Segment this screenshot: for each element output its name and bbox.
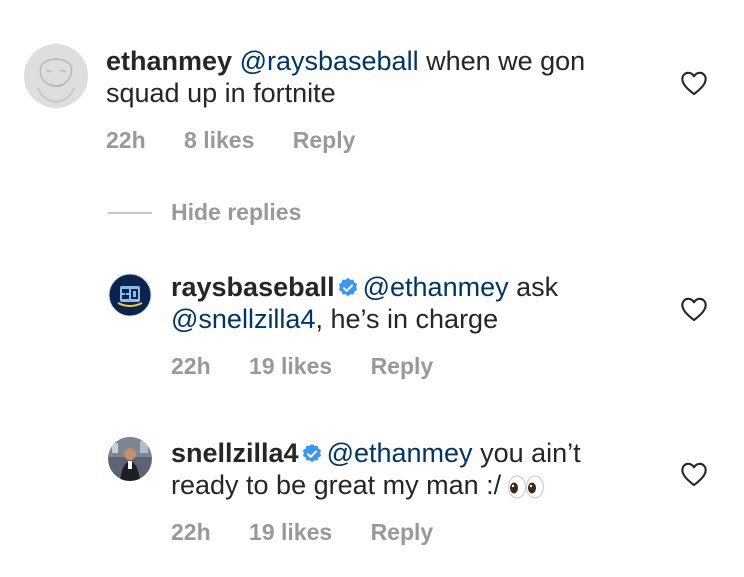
reply-likes[interactable]: 19 likes [249,519,332,545]
reply-time: 22h [171,519,211,545]
heart-icon[interactable] [680,70,708,96]
comment-meta: 22h 8 likes Reply [106,126,387,154]
reply-text-raysbaseball: raysbaseball @ethanmey ask @snellzilla4,… [171,271,651,335]
avatar-snellzilla4[interactable] [108,437,152,481]
reply-mention-ethanmey[interactable]: @ethanmey [327,438,473,468]
photo-avatar-icon [108,437,152,481]
reply-reply-button[interactable]: Reply [371,353,434,379]
reply-meta-raysbaseball: 22h 19 likes Reply [171,352,465,380]
reply-time: 22h [171,353,211,379]
reply-mention-ethanmey[interactable]: @ethanmey [363,272,509,302]
reply-likes[interactable]: 19 likes [249,353,332,379]
comment-mention[interactable]: @raysbaseball [240,46,419,76]
comment-reply-button[interactable]: Reply [293,127,356,153]
reply-text-snellzilla4: snellzilla4 @ethanmey you ain’t ready to… [171,437,651,501]
reply-meta-snellzilla4: 22h 19 likes Reply [171,518,465,546]
reply-username-snellzilla4[interactable]: snellzilla4 [171,438,299,468]
avatar-ethanmey[interactable] [24,44,88,108]
hide-replies-line [108,212,152,214]
comment-likes[interactable]: 8 likes [184,127,254,153]
comment-text: ethanmey @raysbaseball when we gon squad… [106,45,666,109]
verified-badge-icon [338,277,357,297]
reply-mention-snellzilla4[interactable]: @snellzilla4 [171,304,315,334]
comment-time: 22h [106,127,146,153]
comment-username[interactable]: ethanmey [106,46,232,76]
reply-username-raysbaseball[interactable]: raysbaseball [171,272,335,302]
rays-logo-icon [108,273,152,317]
eyes-emoji-icon [508,475,545,499]
reply-body-2: , he’s in charge [315,304,499,334]
heart-icon[interactable] [680,296,708,322]
hide-replies-button[interactable]: Hide replies [171,198,301,226]
avatar-raysbaseball[interactable] [108,273,152,317]
reply-body-1: ask [508,272,559,302]
verified-badge-icon [302,443,321,463]
reply-reply-button[interactable]: Reply [371,519,434,545]
sketch-avatar-icon [24,44,88,108]
heart-icon[interactable] [680,461,708,487]
